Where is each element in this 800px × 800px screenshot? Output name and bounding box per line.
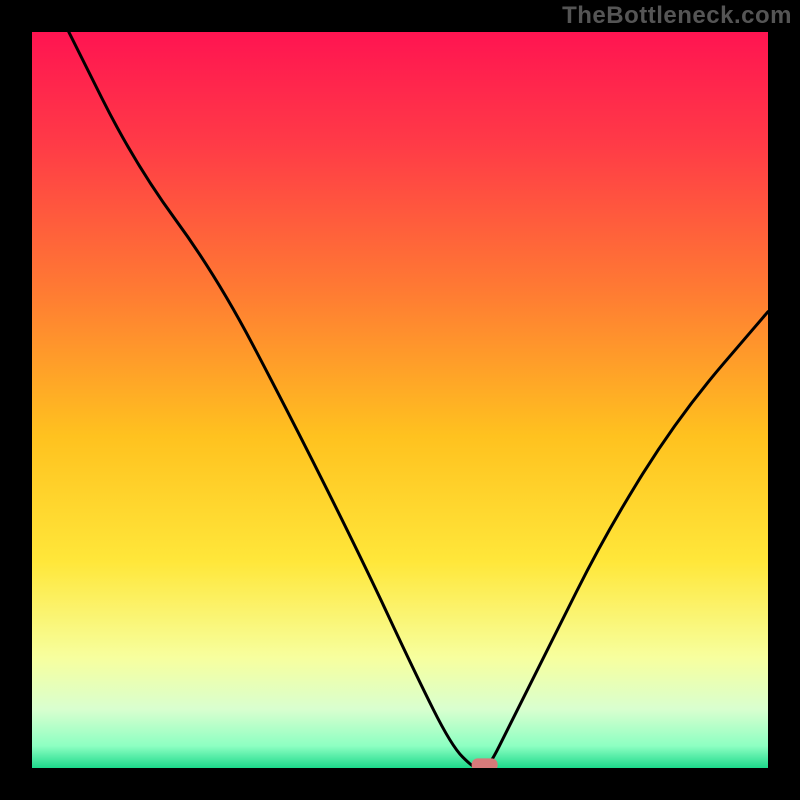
watermark-text: TheBottleneck.com bbox=[562, 2, 792, 30]
bottleneck-chart bbox=[32, 32, 768, 768]
gradient-background bbox=[32, 32, 768, 768]
chart-frame: TheBottleneck.com bbox=[0, 0, 800, 800]
plot-area bbox=[32, 32, 768, 768]
optimal-marker bbox=[472, 758, 498, 768]
